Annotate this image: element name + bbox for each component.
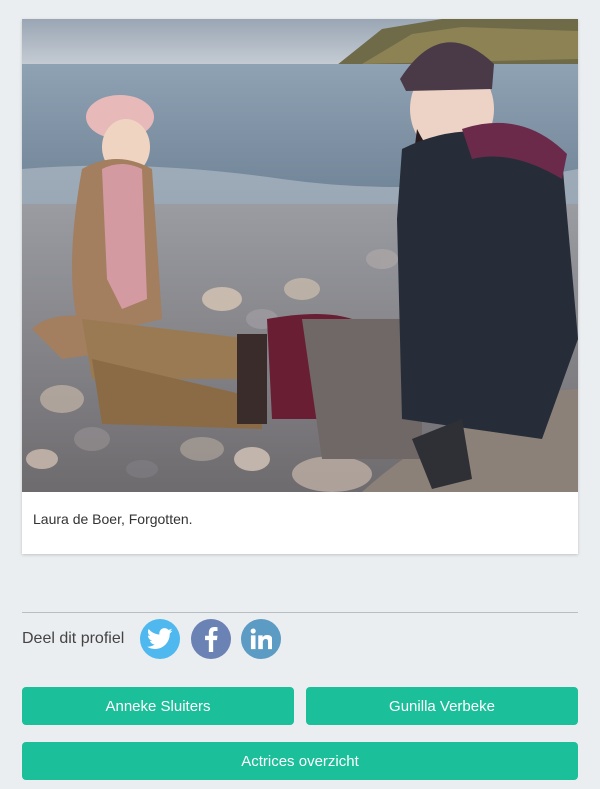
actresses-overview-button[interactable]: Actrices overzicht	[22, 742, 578, 780]
share-label: Deel dit profiel	[22, 630, 125, 647]
twitter-share-button[interactable]	[140, 619, 180, 659]
profile-photo-card: Laura de Boer, Forgotten.	[22, 19, 578, 554]
divider	[22, 612, 578, 613]
profile-photo[interactable]	[22, 19, 578, 492]
photo-caption: Laura de Boer, Forgotten.	[33, 511, 193, 527]
next-actress-button[interactable]: Gunilla Verbeke	[306, 687, 578, 725]
twitter-icon	[147, 628, 173, 649]
linkedin-share-button[interactable]	[241, 619, 281, 659]
previous-actress-button[interactable]: Anneke Sluiters	[22, 687, 294, 725]
facebook-share-button[interactable]	[191, 619, 231, 659]
linkedin-icon	[250, 628, 272, 650]
facebook-icon	[205, 626, 218, 652]
